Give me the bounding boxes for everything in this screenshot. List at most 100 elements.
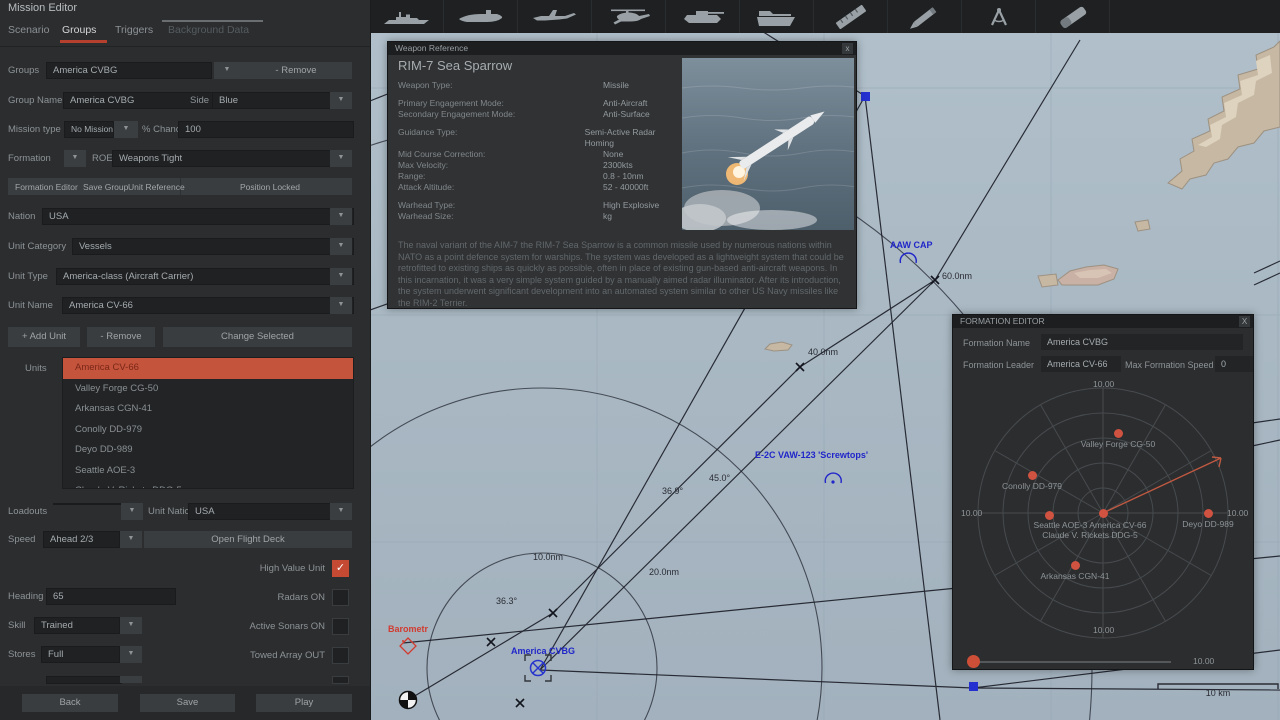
stores-select[interactable]: Full (41, 646, 120, 663)
formation-name-input[interactable]: America CVBG (1041, 334, 1243, 350)
map-unit-label[interactable]: Barometr (388, 624, 428, 634)
unit-nation-select[interactable]: USA (188, 503, 332, 520)
close-icon[interactable]: x (842, 43, 853, 54)
unit-nation-dropdown-button[interactable]: ▼ (330, 503, 352, 520)
weapon-reference-window: Weapon Reference x RIM-7 Sea Sparrow Wea… (387, 41, 863, 309)
unit-list-item[interactable]: Seattle AOE-3 (63, 461, 353, 482)
stores-dropdown-button[interactable]: ▼ (120, 646, 142, 663)
roe-dropdown-button[interactable]: ▼ (330, 150, 352, 167)
formation-unit-dot[interactable] (1113, 428, 1123, 438)
unit-list-item[interactable]: Deyo DD-989 (63, 440, 353, 461)
tab-background-data[interactable]: Background Data (168, 24, 249, 36)
formation-zoom-slider-knob[interactable] (967, 655, 980, 668)
unit-type-dropdown-button[interactable]: ▼ (330, 268, 352, 285)
formation-leader-select[interactable]: America CV-66 (1041, 356, 1121, 372)
mission-type-dropdown-button[interactable]: ▼ (114, 121, 138, 138)
save-button[interactable]: Save (140, 694, 235, 712)
remove-group-button[interactable]: - Remove (240, 62, 352, 79)
chance-input[interactable]: 100 (178, 121, 354, 138)
eraser-tool-button[interactable] (1036, 0, 1110, 33)
unit-name-dropdown-button[interactable]: ▼ (330, 297, 352, 314)
heading-label: Heading (8, 591, 44, 602)
side-select[interactable]: Blue (212, 92, 344, 109)
close-icon[interactable]: X (1239, 316, 1250, 327)
nation-dropdown-button[interactable]: ▼ (330, 208, 352, 225)
map-unit-label: 36.3° (496, 596, 518, 606)
towed-array-out-checkbox[interactable] (332, 647, 349, 664)
helicopter-tool-button[interactable] (592, 0, 666, 33)
unit-list-item[interactable]: America CV-66 (63, 358, 353, 379)
unit-category-dropdown-button[interactable]: ▼ (330, 238, 352, 255)
map-unit-label[interactable]: AAW CAP (890, 240, 933, 250)
tab-triggers[interactable]: Triggers (115, 24, 153, 36)
formation-unit-dot[interactable] (1098, 508, 1108, 518)
formation-unit-label: Valley Forge CG-50 (1080, 439, 1156, 449)
weapon-stat-row: Mid Course Correction: None (398, 149, 624, 159)
loadouts-dropdown-button[interactable]: ▼ (121, 503, 143, 520)
groups-select[interactable]: America CVBG (46, 62, 212, 79)
change-selected-button[interactable]: Change Selected (163, 327, 352, 347)
weapon-stat-row: Warhead Type: High Explosive (398, 200, 660, 210)
speed-select[interactable]: Ahead 2/3 (43, 531, 120, 548)
speed-label: Speed (8, 534, 36, 545)
skill-dropdown-button[interactable]: ▼ (120, 617, 142, 634)
formation-unit-dot[interactable] (1044, 510, 1054, 520)
formation-editor-titlebar[interactable]: FORMATION EDITOR (953, 315, 1253, 328)
unit-name-select[interactable]: America CV-66 (62, 297, 354, 314)
aircraft-tool-button[interactable] (518, 0, 592, 33)
map-unit-label[interactable]: America CVBG (511, 646, 575, 656)
loadouts-select[interactable] (53, 503, 123, 505)
unit-list-item[interactable]: Conolly DD-979 (63, 420, 353, 441)
radars-on-checkbox[interactable] (332, 589, 349, 606)
open-flight-deck-button[interactable]: Open Flight Deck (144, 531, 352, 548)
warship-tool-button[interactable] (370, 0, 444, 33)
formation-heading-arrow (1102, 456, 1222, 514)
formation-unit-dot[interactable] (1070, 560, 1080, 570)
back-button[interactable]: Back (22, 694, 118, 712)
speed-dropdown-button[interactable]: ▼ (120, 531, 142, 548)
unit-list-item[interactable]: Valley Forge CG-50 (63, 379, 353, 400)
weapon-photo (674, 58, 863, 232)
weapon-reference-titlebar[interactable]: Weapon Reference (388, 42, 856, 55)
mission-type-select[interactable]: No Mission (64, 121, 114, 138)
unit-list-item[interactable]: Arkansas CGN-41 (63, 399, 353, 420)
tab-groups[interactable]: Groups (62, 24, 96, 36)
formation-editor-button[interactable]: Formation Editor (15, 182, 78, 192)
remove-unit-button[interactable]: - Remove (87, 327, 155, 347)
save-group-button[interactable]: Save Group (83, 182, 128, 192)
formation-unit-dot[interactable] (1027, 470, 1037, 480)
unit-category-select[interactable]: Vessels (72, 238, 354, 255)
formation-unit-label: Claude V. Rickets DDG-5 (1042, 530, 1138, 540)
max-formation-speed-input[interactable]: 0 (1215, 356, 1253, 372)
map-unit-label: 10.0nm (533, 552, 564, 562)
roe-select[interactable]: Weapons Tight (112, 150, 332, 167)
add-unit-button[interactable]: + Add Unit (8, 327, 80, 347)
side-dropdown-button[interactable]: ▼ (330, 92, 352, 109)
unit-list-item[interactable]: Claude V. Rickets DDG-5 (63, 481, 353, 488)
unit-type-select[interactable]: America-class (Aircraft Carrier) (56, 268, 354, 285)
units-list[interactable]: America CV-66 Valley Forge CG-50 Arkansas … (62, 357, 354, 489)
compass-tool-button[interactable] (962, 0, 1036, 33)
groups-dropdown-button[interactable]: ▼ (214, 62, 240, 79)
skill-select[interactable]: Trained (34, 617, 120, 634)
tank-tool-button[interactable] (666, 0, 740, 33)
formation-unit-dot[interactable] (1203, 508, 1213, 518)
formation-leader-label: Formation Leader (963, 360, 1035, 370)
nation-label: Nation (8, 211, 36, 222)
ruler-tool-button[interactable] (814, 0, 888, 33)
formation-dropdown-button[interactable]: ▼ (64, 150, 86, 167)
active-sonars-on-checkbox[interactable] (332, 618, 349, 635)
pencil-tool-button[interactable] (888, 0, 962, 33)
nation-select[interactable]: USA (42, 208, 354, 225)
submarine-tool-button[interactable] (444, 0, 518, 33)
map-scale-label: 10 km (1205, 688, 1231, 698)
map-unit-label[interactable]: E-2C VAW-123 'Screwtops' (755, 450, 868, 460)
position-locked-button[interactable]: Position Locked (240, 182, 300, 192)
unit-reference-button[interactable]: Unit Reference (128, 182, 185, 192)
formation-zoom-slider-track[interactable] (971, 661, 1171, 663)
heading-input[interactable]: 65 (46, 588, 176, 605)
tab-scenario[interactable]: Scenario (8, 24, 49, 36)
folder-tool-button[interactable] (740, 0, 814, 33)
play-button[interactable]: Play (256, 694, 352, 712)
high-value-unit-checkbox[interactable]: ✓ (332, 560, 349, 577)
